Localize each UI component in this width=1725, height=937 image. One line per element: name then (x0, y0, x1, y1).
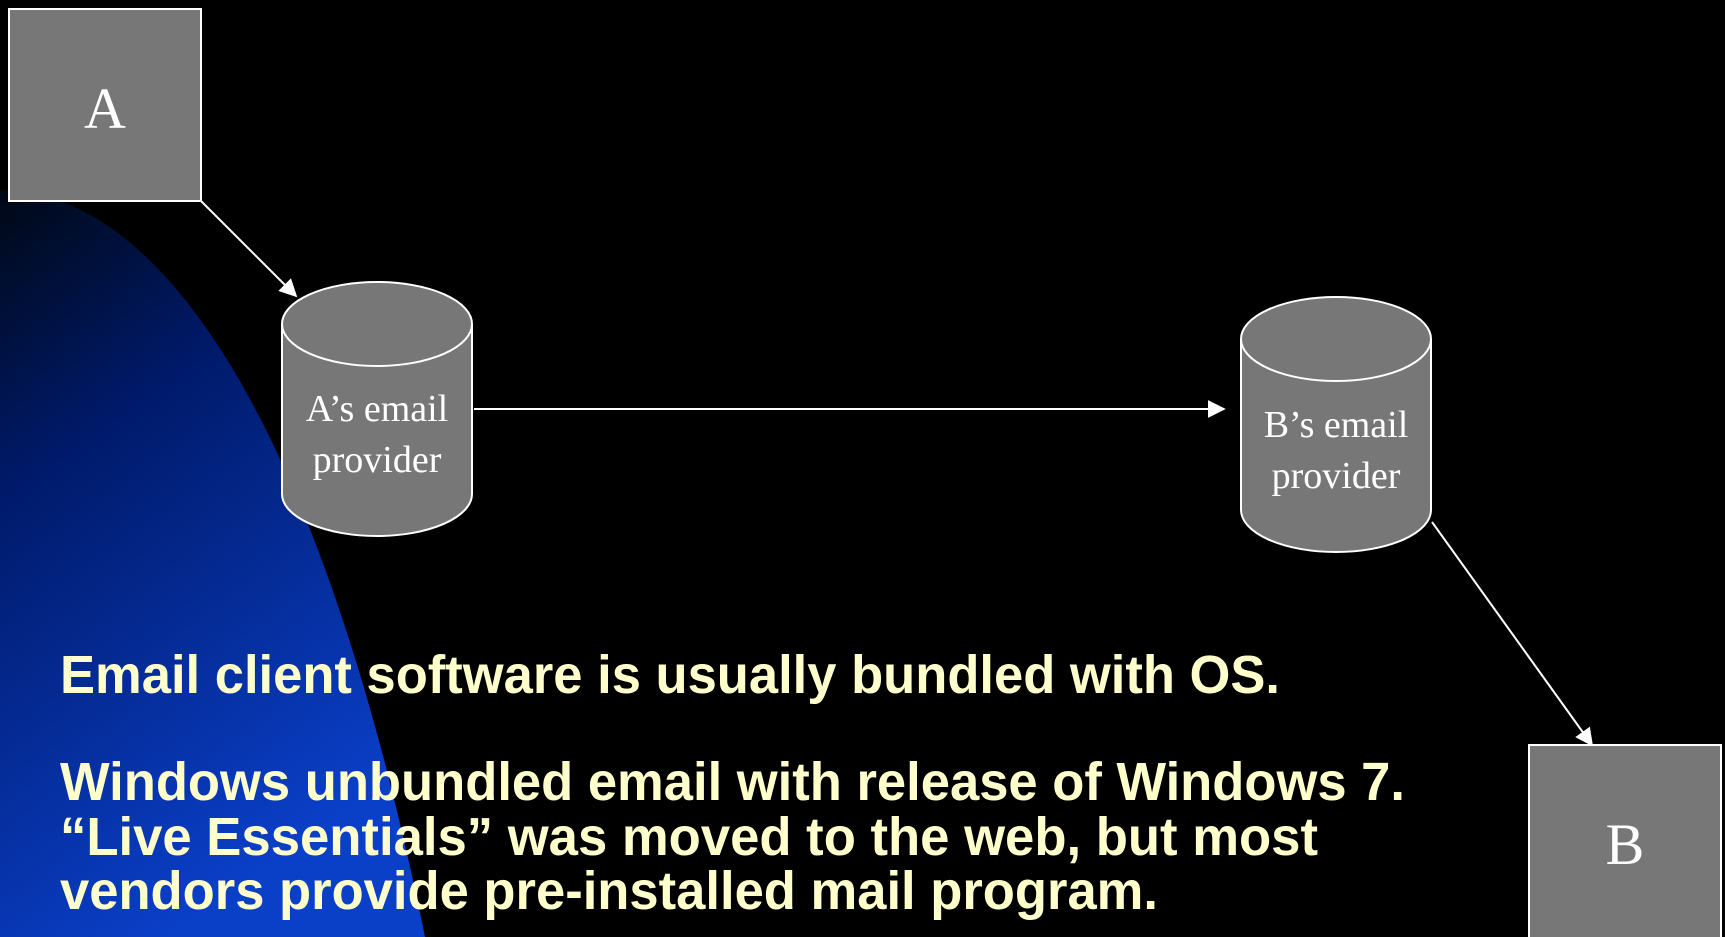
node-b-provider-label-line1: B’s email (1264, 404, 1409, 446)
caption-line-1: Email client software is usually bundled… (60, 645, 1280, 705)
node-a: A (8, 8, 202, 202)
node-a-label: A (84, 76, 126, 141)
node-a-provider-label-line1: A’s email (306, 388, 448, 430)
caption-block: Email client software is usually bundled… (60, 645, 1405, 921)
node-b-provider: B’s email provider (1240, 296, 1432, 553)
node-a-provider: A’s email provider (281, 281, 473, 537)
caption-line-4: vendors provide pre-installed mail progr… (60, 861, 1158, 921)
node-a-provider-label-line2: provider (313, 439, 442, 481)
arrow-b-provider-to-b (1431, 521, 1594, 747)
slide-canvas: A A’s email provider B’s email provider … (0, 8, 1722, 937)
node-b-provider-label-line2: provider (1272, 455, 1401, 497)
node-b: B (1528, 744, 1722, 937)
arrow-a-to-a-provider (200, 200, 298, 298)
node-a-provider-top (281, 281, 473, 367)
node-b-provider-top (1240, 296, 1432, 382)
caption-line-2: Windows unbundled email with release of … (60, 752, 1405, 812)
node-b-label: B (1606, 812, 1645, 877)
caption-line-3: “Live Essentials” was moved to the web, … (60, 807, 1318, 867)
